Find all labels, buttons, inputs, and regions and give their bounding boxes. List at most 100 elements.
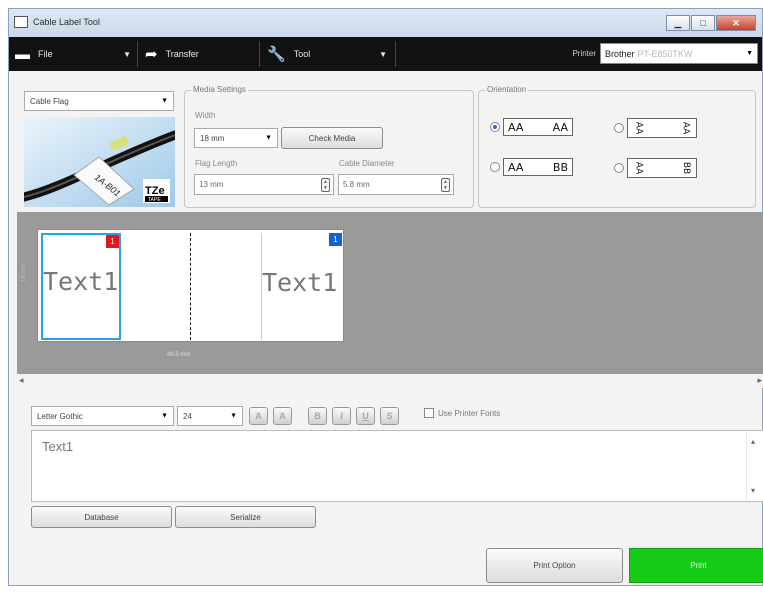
tze-logo-sub: TAPE bbox=[148, 197, 161, 203]
scroll-left-icon[interactable]: ◂ bbox=[19, 375, 24, 386]
label-cell-1[interactable]: Text1 1 bbox=[41, 233, 121, 340]
width-select[interactable]: 18 mm ▼ bbox=[194, 128, 278, 148]
cable-diameter-value: 5.8 mm bbox=[343, 180, 370, 189]
frame-button[interactable]: S bbox=[380, 407, 399, 425]
print-option-button[interactable]: Print Option bbox=[486, 548, 623, 583]
title-bar: Cable Label Tool ▁ □ ✕ bbox=[9, 9, 762, 38]
font-size-increase-button[interactable]: A bbox=[249, 407, 268, 425]
orientation-text-right: AA bbox=[680, 121, 691, 135]
orientation-label: Orientation bbox=[485, 85, 529, 94]
radio-selected-icon[interactable] bbox=[490, 122, 500, 132]
chevron-down-icon: ▼ bbox=[746, 50, 753, 57]
underline-button[interactable]: U bbox=[356, 407, 375, 425]
printer-select[interactable]: Brother PT-E850TKW ▼ bbox=[600, 43, 758, 64]
width-value: 18 mm bbox=[200, 133, 225, 143]
label-type-select[interactable]: Cable Flag ▼ bbox=[24, 91, 174, 111]
tape-width-label: 18 mm bbox=[21, 263, 27, 282]
window-controls: ▁ □ ✕ bbox=[665, 15, 756, 31]
flag-length-label: Flag Length bbox=[195, 159, 238, 168]
printer-label: Printer bbox=[572, 49, 596, 58]
window-title: Cable Label Tool bbox=[33, 17, 100, 27]
main-toolbar: ▬ File ▼ ➦ Transfer 🔧 Tool ▼ Printer Bro… bbox=[9, 37, 762, 71]
use-printer-fonts-label: Use Printer Fonts bbox=[438, 409, 501, 418]
flag-length-value: 13 mm bbox=[199, 180, 224, 189]
tze-logo: TZe bbox=[145, 185, 165, 197]
orientation-text-right: BB bbox=[552, 160, 568, 174]
label-cell-1-text: Text1 bbox=[43, 267, 119, 296]
chevron-down-icon: ▼ bbox=[230, 412, 237, 420]
scroll-right-icon[interactable]: ▸ bbox=[757, 375, 762, 386]
toolbar-divider bbox=[137, 41, 138, 67]
width-label: Width bbox=[195, 111, 216, 120]
radio-icon[interactable] bbox=[614, 123, 624, 133]
label-length-label: 48.5 mm bbox=[167, 352, 191, 358]
label-preview-area: 18 mm Text1 1 Text1 1 48.5 mm bbox=[17, 212, 763, 374]
orientation-preview: AA BB bbox=[627, 158, 697, 178]
orientation-option-4[interactable]: AA BB bbox=[614, 158, 697, 178]
scroll-up-icon[interactable]: ▴ bbox=[751, 437, 755, 446]
spinner-arrows-icon[interactable]: ▲ ▼ bbox=[321, 178, 330, 192]
spinner-arrows-icon[interactable]: ▲ ▼ bbox=[441, 178, 450, 192]
cable-diameter-spinner[interactable]: 5.8 mm ▲ ▼ bbox=[338, 174, 454, 195]
chevron-down-icon: ▼ bbox=[265, 134, 272, 142]
app-window: Cable Label Tool ▁ □ ✕ ▬ File ▼ ➦ Transf… bbox=[8, 8, 763, 586]
orientation-option-3[interactable]: AA BB bbox=[490, 158, 573, 176]
orientation-preview: AA BB bbox=[503, 158, 573, 176]
wrench-icon: 🔧 bbox=[267, 46, 286, 63]
label-text-editor[interactable]: Text1 ▴ ▾ bbox=[31, 430, 763, 502]
label-type-value: Cable Flag bbox=[30, 96, 69, 106]
chevron-down-icon: ▼ bbox=[123, 49, 131, 59]
orientation-text-right: BB bbox=[680, 161, 691, 175]
font-size-select[interactable]: 24 ▼ bbox=[177, 406, 243, 426]
font-select[interactable]: Letter Gothic ▼ bbox=[31, 406, 174, 426]
serialize-button[interactable]: Serialize bbox=[175, 506, 316, 528]
cable-flag-image: 1A-B01 TZe TAPE bbox=[24, 117, 175, 207]
maximize-button[interactable]: □ bbox=[691, 15, 715, 31]
italic-button[interactable]: I bbox=[332, 407, 351, 425]
media-settings-label: Media Settings bbox=[191, 85, 248, 94]
radio-icon[interactable] bbox=[614, 163, 624, 173]
file-menu-label: File bbox=[38, 49, 53, 59]
orientation-text-left: AA bbox=[508, 160, 524, 174]
print-button[interactable]: Print bbox=[629, 548, 763, 583]
font-size-decrease-button[interactable]: A bbox=[273, 407, 292, 425]
transfer-button[interactable]: ➦ Transfer bbox=[145, 37, 245, 71]
vertical-scrollbar[interactable]: ▴ ▾ bbox=[746, 431, 763, 501]
cable-diameter-label: Cable Diameter bbox=[339, 159, 395, 168]
orientation-text-left: AA bbox=[508, 120, 524, 134]
cell-number-badge: 1 bbox=[329, 233, 342, 246]
bold-button[interactable]: B bbox=[308, 407, 327, 425]
orientation-text-left: AA bbox=[633, 161, 644, 175]
transfer-label: Transfer bbox=[165, 49, 199, 59]
orientation-text-left: AA bbox=[633, 121, 644, 135]
fold-line bbox=[190, 233, 191, 340]
check-media-button[interactable]: Check Media bbox=[281, 127, 383, 149]
toolbar-divider bbox=[395, 41, 396, 67]
label-cell-2-text: Text1 bbox=[262, 268, 338, 297]
scroll-down-icon[interactable]: ▾ bbox=[751, 486, 755, 495]
flag-length-spinner[interactable]: 13 mm ▲ ▼ bbox=[194, 174, 334, 195]
cell-number-badge: 1 bbox=[106, 235, 119, 248]
database-button[interactable]: Database bbox=[31, 506, 172, 528]
printer-model: PT-E850TKW bbox=[637, 48, 693, 59]
transfer-arrow-icon: ➦ bbox=[145, 46, 158, 63]
minimize-button[interactable]: ▁ bbox=[666, 15, 690, 31]
toolbar-divider bbox=[259, 41, 260, 67]
label-cell-2[interactable]: Text1 1 bbox=[262, 233, 342, 340]
file-menu[interactable]: ▬ File ▼ bbox=[15, 37, 131, 71]
orientation-option-1[interactable]: AA AA bbox=[490, 118, 573, 136]
font-size-value: 24 bbox=[183, 411, 192, 421]
horizontal-scrollbar[interactable]: ◂ ▸ bbox=[17, 374, 763, 388]
orientation-preview: AA AA bbox=[503, 118, 573, 136]
radio-icon[interactable] bbox=[490, 162, 500, 172]
orientation-option-2[interactable]: AA AA bbox=[614, 118, 697, 138]
chevron-down-icon: ▼ bbox=[161, 412, 168, 420]
use-printer-fonts-checkbox[interactable] bbox=[424, 408, 434, 418]
label-text-value: Text1 bbox=[42, 439, 74, 454]
font-value: Letter Gothic bbox=[37, 411, 83, 421]
tool-menu[interactable]: 🔧 Tool ▼ bbox=[267, 37, 387, 71]
app-icon bbox=[14, 16, 28, 28]
file-icon: ▬ bbox=[15, 45, 30, 63]
close-button[interactable]: ✕ bbox=[716, 15, 756, 31]
label-strip: Text1 1 Text1 1 bbox=[37, 229, 344, 342]
